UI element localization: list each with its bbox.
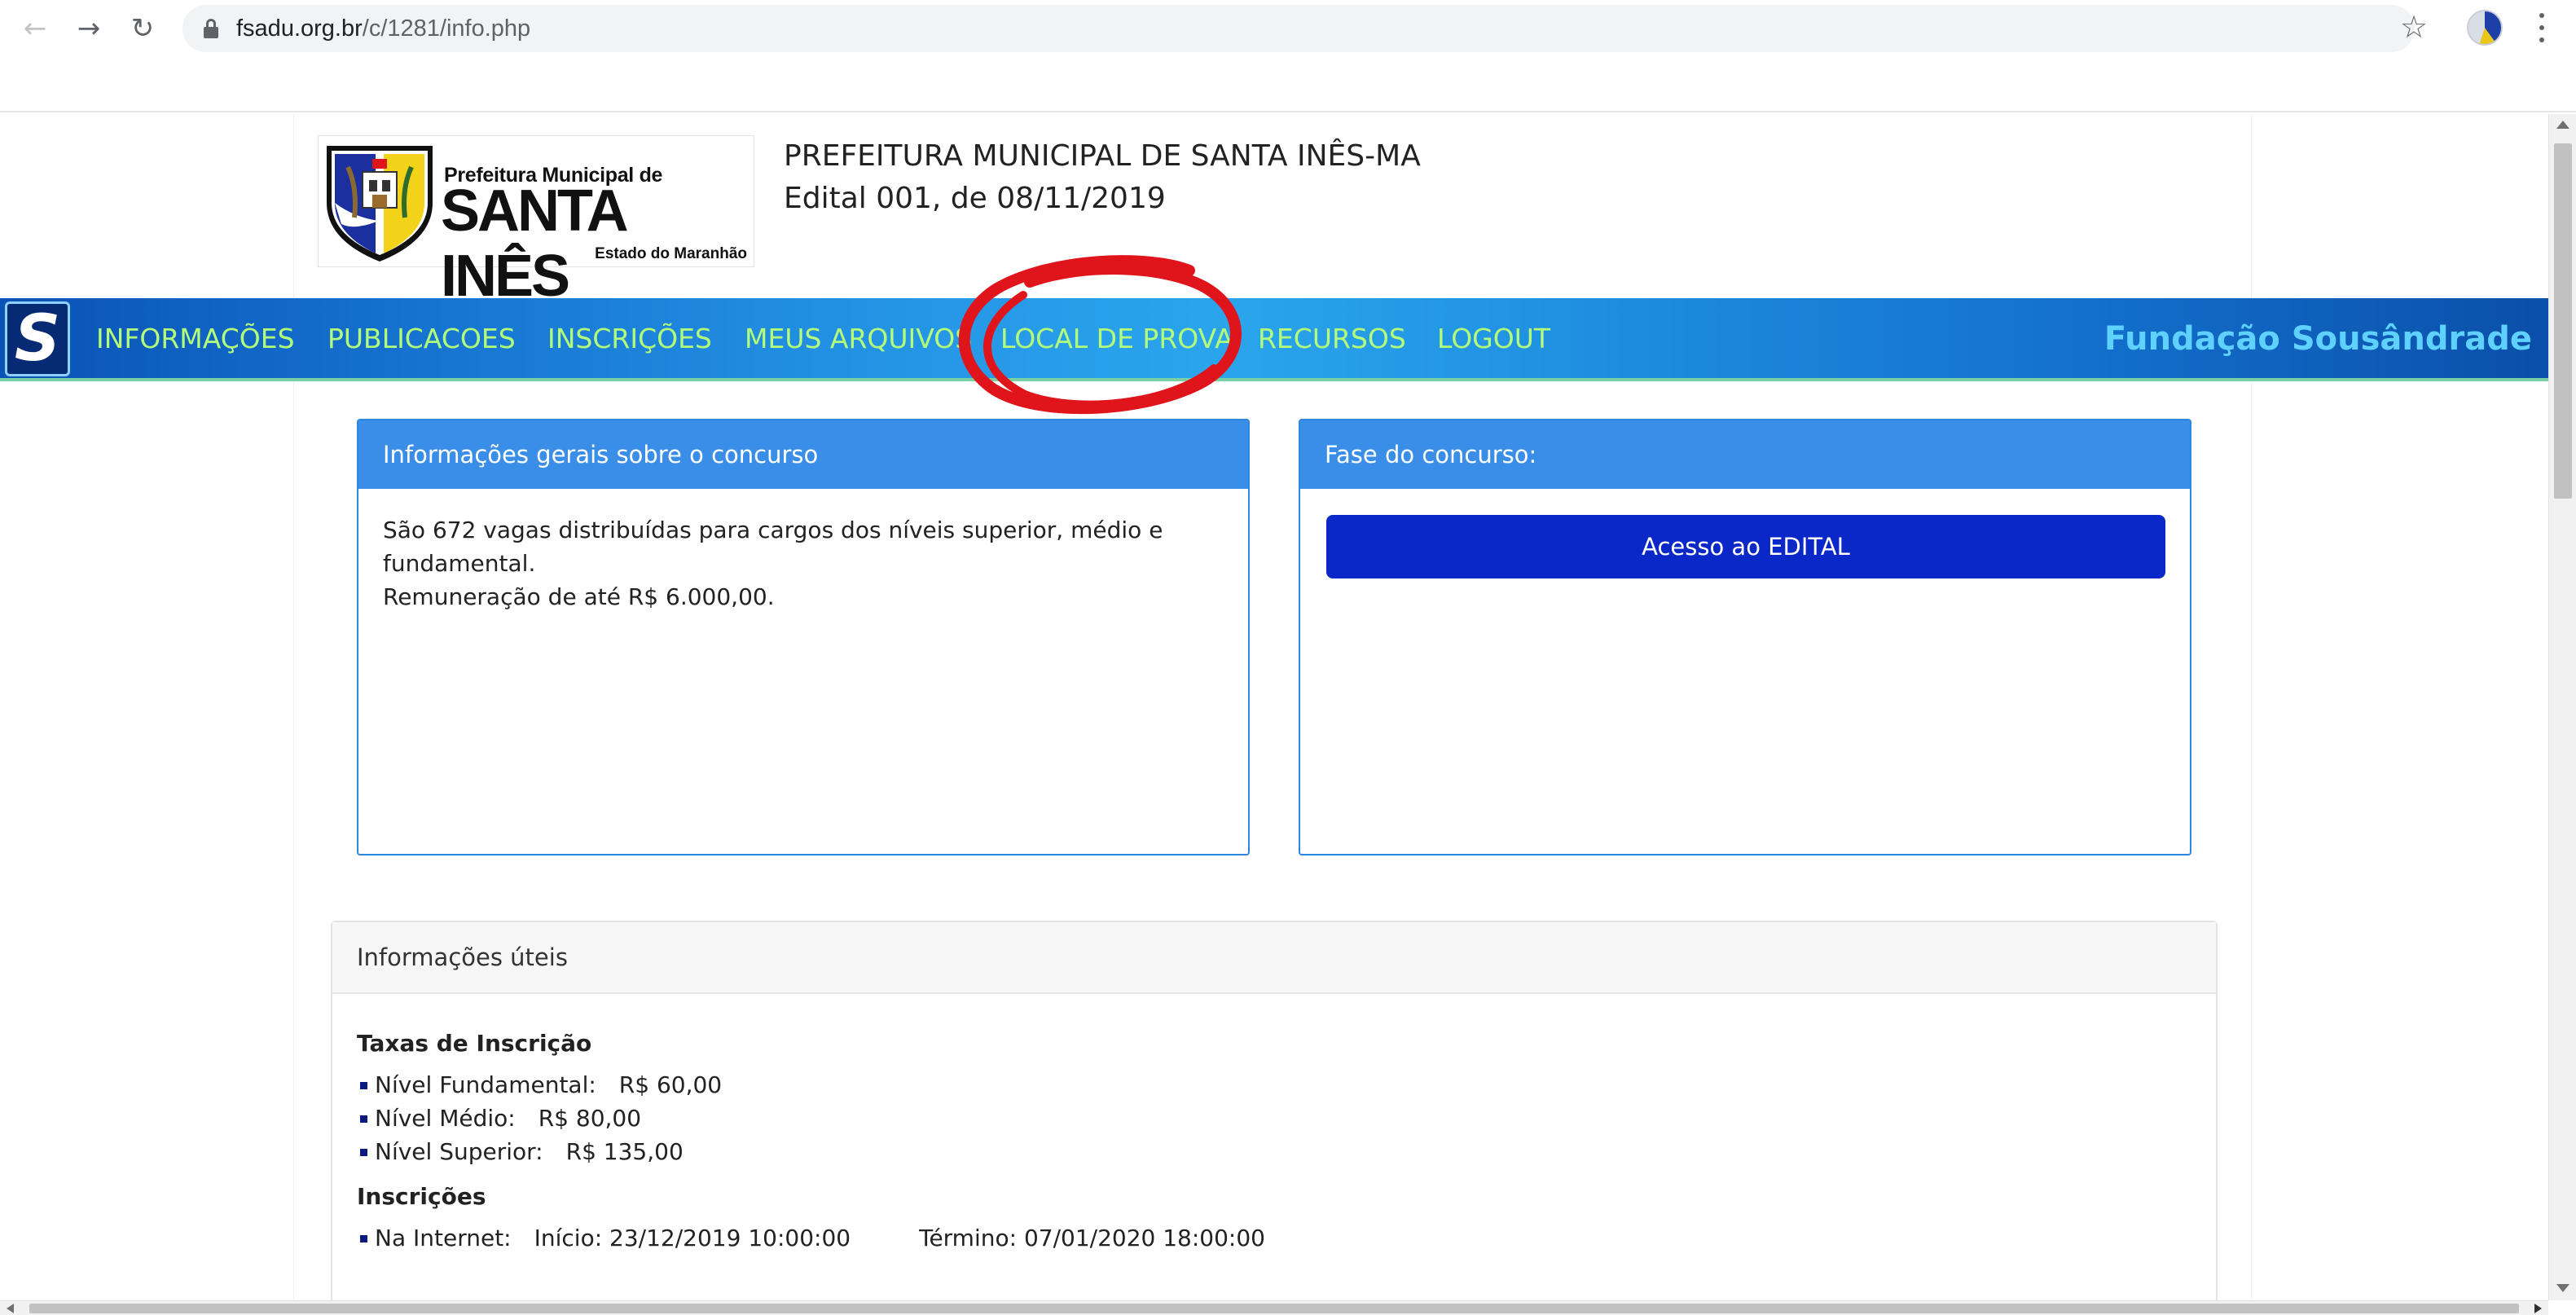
logo-frame: Prefeitura Municipal de SANTA INÊS Estad…	[318, 135, 754, 309]
general-info-card: Informações gerais sobre o concurso São …	[357, 419, 1250, 855]
general-info-title: Informações gerais sobre o concurso	[358, 420, 1248, 489]
crest-icon	[327, 146, 433, 262]
nav-item-publicacoes[interactable]: PUBLICACOES	[327, 298, 516, 380]
address-bar[interactable]: fsadu.org.br/c/1281/info.php	[182, 5, 2415, 52]
horizontal-scrollbar[interactable]	[0, 1300, 2548, 1315]
star-icon[interactable]: ☆	[2400, 7, 2428, 47]
nav-item-logout[interactable]: LOGOUT	[1437, 298, 1550, 380]
inscriptions-list: Na Internet: Início: 23/12/2019 10:00:00 T…	[357, 1221, 2191, 1255]
nav-item-local-de-prova[interactable]: LOCAL DE PROVA	[1000, 298, 1233, 380]
scroll-left-icon[interactable]	[7, 1304, 14, 1313]
nav-brand: Fundação Sousândrade	[2103, 320, 2532, 358]
nav-item-recursos[interactable]: RECURSOS	[1258, 298, 1406, 380]
main-navbar: S INFORMAÇÕES PUBLICACOES INSCRIÇÕES MEU…	[0, 298, 2548, 381]
vagas-text: São 672 vagas distribuídas para cargos d…	[383, 517, 1163, 577]
reload-icon[interactable]: ↻	[124, 10, 161, 47]
logo-state-text: Estado do Maranhão	[595, 245, 747, 262]
avatar-icon[interactable]	[2467, 10, 2503, 46]
scroll-down-icon[interactable]	[2556, 1284, 2569, 1292]
page: Prefeitura Municipal de SANTA INÊS Estad…	[0, 114, 2548, 1300]
nav-item-informacoes[interactable]: INFORMAÇÕES	[96, 298, 295, 380]
edital-button[interactable]: Acesso ao EDITAL	[1326, 515, 2165, 578]
list-item: Nível Superior: R$ 135,00	[357, 1135, 2191, 1168]
phase-card: Fase do concurso: Acesso ao EDITAL	[1299, 419, 2191, 855]
scroll-right-icon[interactable]	[2534, 1304, 2542, 1313]
useful-info-title: Informações úteis	[332, 922, 2216, 994]
scroll-up-icon[interactable]	[2556, 121, 2569, 129]
page-subtitle: Edital 001, de 08/11/2019	[784, 182, 1166, 215]
url-path: /c/1281/info.php	[362, 15, 531, 42]
fee-list: Nível Fundamental: R$ 60,00 Nível Médio: R…	[357, 1068, 2191, 1168]
inscriptions-title: Inscrições	[357, 1183, 486, 1210]
url-text[interactable]: fsadu.org.br/c/1281/info.php	[236, 5, 530, 52]
browser-toolbar: ← → ↻ fsadu.org.br/c/1281/info.php ☆	[0, 0, 2576, 112]
url-host: fsadu.org.br	[236, 15, 363, 42]
page-header: PREFEITURA MUNICIPAL DE SANTA INÊS-MA Ed…	[784, 135, 1421, 220]
fees-title: Taxas de Inscrição	[357, 1030, 592, 1057]
nav-item-meus-arquivos[interactable]: MEUS ARQUIVOS	[745, 298, 972, 380]
sousandrade-logo-icon[interactable]: S	[5, 301, 70, 376]
back-arrow-icon[interactable]: ←	[16, 10, 54, 47]
useful-info-body: Taxas de Inscrição Nível Fundamental: R$ …	[332, 994, 2216, 1255]
list-item: Nível Médio: R$ 80,00	[357, 1102, 2191, 1135]
vertical-scrollbar[interactable]	[2548, 114, 2576, 1300]
forward-arrow-icon[interactable]: →	[70, 10, 108, 47]
phase-title: Fase do concurso:	[1300, 420, 2190, 489]
general-info-body: São 672 vagas distribuídas para cargos d…	[358, 489, 1248, 638]
logo-big-text: SANTA INÊS	[441, 178, 626, 309]
scroll-thumb[interactable]	[2554, 143, 2572, 499]
lock-icon	[204, 19, 218, 38]
nav-item-inscricoes[interactable]: INSCRIÇÕES	[547, 298, 712, 380]
scroll-thumb-horizontal[interactable]	[29, 1304, 2519, 1313]
useful-info-panel: Informações úteis Taxas de Inscrição Nív…	[331, 921, 2218, 1300]
page-title: PREFEITURA MUNICIPAL DE SANTA INÊS-MA	[784, 139, 1421, 173]
list-item: Nível Fundamental: R$ 60,00	[357, 1068, 2191, 1102]
remuneracao-text: Remuneração de até R$ 6.000,00.	[383, 583, 775, 610]
list-item: Na Internet: Início: 23/12/2019 10:00:00 T…	[357, 1221, 2191, 1255]
kebab-menu-icon[interactable]	[2525, 11, 2558, 44]
